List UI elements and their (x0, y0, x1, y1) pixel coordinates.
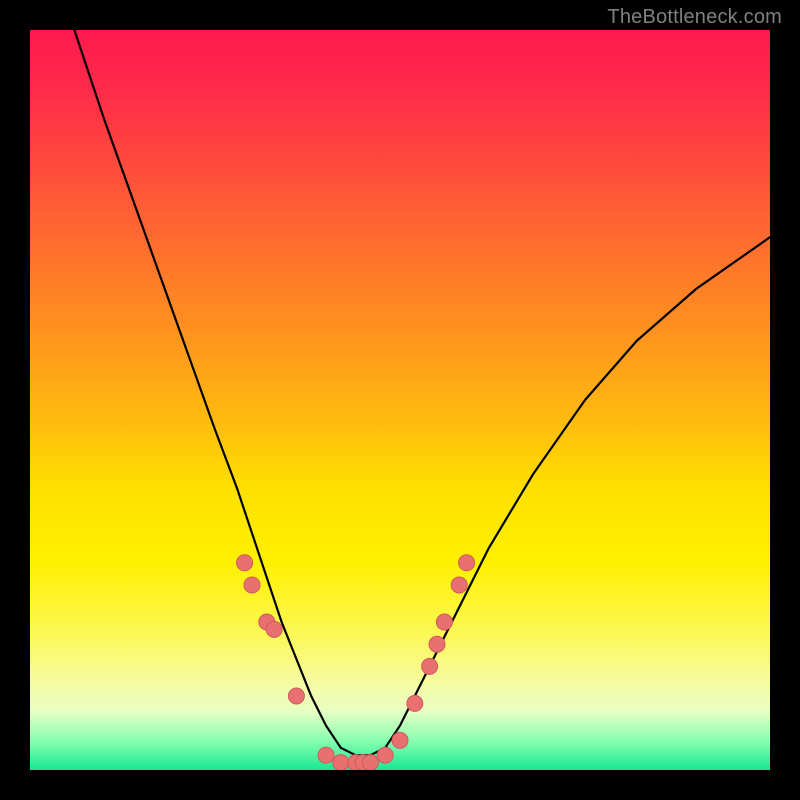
bottleneck-curve (74, 30, 770, 755)
marker-point (288, 688, 304, 704)
marker-point (429, 636, 445, 652)
marker-point (244, 577, 260, 593)
marker-point (422, 658, 438, 674)
marker-point (459, 555, 475, 571)
marker-point (266, 621, 282, 637)
highlighted-points (237, 555, 475, 770)
marker-point (436, 614, 452, 630)
marker-point (237, 555, 253, 571)
marker-point (377, 747, 393, 763)
marker-point (392, 732, 408, 748)
marker-point (318, 747, 334, 763)
outer-frame: TheBottleneck.com (0, 0, 800, 800)
marker-point (362, 755, 378, 770)
marker-point (451, 577, 467, 593)
watermark-text: TheBottleneck.com (607, 6, 782, 29)
chart-svg (30, 30, 770, 770)
plot-area (30, 30, 770, 770)
marker-point (407, 695, 423, 711)
marker-point (333, 755, 349, 770)
